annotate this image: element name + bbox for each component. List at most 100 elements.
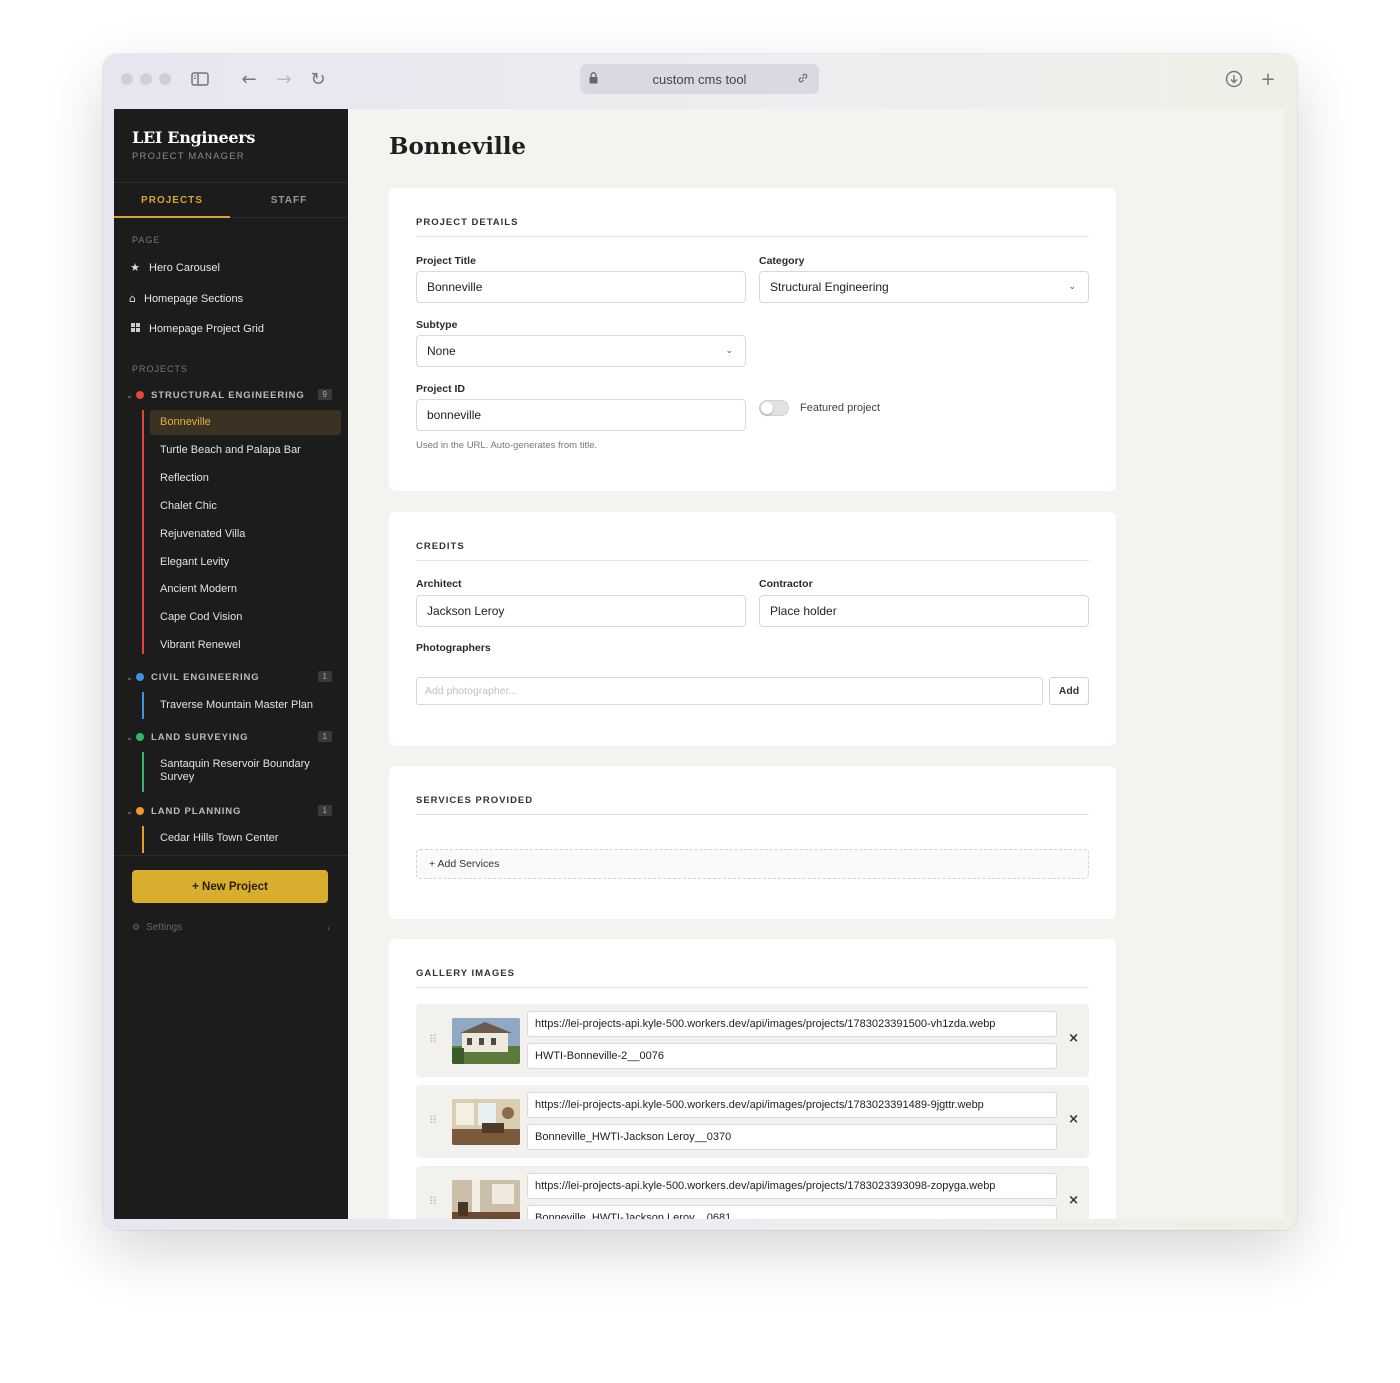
sidebar-toggle-icon[interactable] [188,67,212,91]
link-icon[interactable] [796,71,810,88]
featured-toggle[interactable] [759,400,789,416]
category-civil-engineering[interactable]: ⌄ CIVIL ENGINEERING 1 [126,669,332,685]
new-tab-icon[interactable]: + [1256,67,1280,91]
gallery-item: ⠿ https://lei-projects-api.kyle-500.work… [416,1004,1089,1077]
project-id-label: Project ID [416,383,466,395]
project-item-bonneville[interactable]: Bonneville [150,410,341,435]
image-url-input[interactable]: https://lei-projects-api.kyle-500.worker… [527,1011,1057,1037]
project-item[interactable]: Santaquin Reservoir Boundary Survey [150,752,320,790]
add-photographer-button[interactable]: Add [1049,677,1089,705]
category-color-dot [136,733,144,741]
gallery-thumbnail [452,1180,520,1219]
category-count-badge: 9 [317,389,332,400]
credits-card: CREDITS Architect Jackson Leroy Contract… [389,512,1116,746]
card-heading: GALLERY IMAGES [416,968,515,979]
gallery-item: ⠿ https://lei-projects-api.kyle-500.work… [416,1166,1089,1219]
close-icon[interactable]: × [1068,1031,1079,1046]
project-item[interactable]: Turtle Beach and Palapa Bar [150,438,341,463]
project-item[interactable]: Traverse Mountain Master Plan [150,693,341,718]
category-land-planning[interactable]: ⌄ LAND PLANNING 1 [126,803,332,819]
architect-input[interactable]: Jackson Leroy [416,595,746,627]
image-caption-input[interactable]: HWTI-Bonneville-2__0076 [527,1043,1057,1069]
category-count-badge: 1 [317,671,332,682]
chevron-down-icon: ⌄ [126,806,134,816]
download-icon[interactable] [1222,67,1246,91]
subtype-select[interactable]: None ⌄ [416,335,746,367]
sidebar-item-hero-carousel[interactable]: ★ Hero Carousel [129,261,220,274]
project-item[interactable]: Rejuvenated Villa [150,522,341,547]
close-window-button[interactable] [121,73,133,85]
category-count-badge: 1 [317,805,332,816]
close-icon[interactable]: × [1068,1112,1079,1127]
address-bar[interactable]: custom cms tool [580,64,819,94]
project-item[interactable]: Ancient Modern [150,577,341,602]
gallery-card: GALLERY IMAGES ⠿ https://lei-projects-ap… [389,939,1116,1219]
category-line [142,826,144,853]
zoom-window-button[interactable] [159,73,171,85]
chevron-down-icon: ⌄ [126,732,134,742]
browser-titlebar: ← → ↻ custom cms tool + [103,54,1297,108]
category-name: STRUCTURAL ENGINEERING [151,389,305,401]
category-color-dot [136,673,144,681]
reload-icon[interactable]: ↻ [306,67,330,91]
chevron-right-icon: › [327,922,330,933]
project-item[interactable]: Cedar Hills Town Center [150,826,341,851]
tab-projects[interactable]: PROJECTS [114,183,230,218]
gear-icon: ⚙ [132,922,141,933]
close-icon[interactable]: × [1068,1193,1079,1208]
sidebar-item-label: Homepage Sections [144,292,244,305]
sidebar-item-homepage-project-grid[interactable]: Homepage Project Grid [129,322,264,335]
back-arrow-icon[interactable]: ← [237,67,261,91]
photographers-label: Photographers [416,642,491,654]
image-caption-input[interactable]: Bonneville_HWTI-Jackson Leroy__0681 [527,1205,1057,1219]
add-photographer-input[interactable]: Add photographer... [416,677,1043,705]
sidebar: LEI Engineers PROJECT MANAGER PROJECTS S… [114,109,348,1219]
gallery-item: ⠿ https://lei-projects-api.kyle-500.work… [416,1085,1089,1158]
category-label: Category [759,255,805,267]
new-project-button[interactable]: + New Project [132,870,328,903]
sidebar-item-label: Homepage Project Grid [149,322,264,335]
drag-handle-icon[interactable]: ⠿ [429,1114,437,1127]
image-url-input[interactable]: https://lei-projects-api.kyle-500.worker… [527,1092,1057,1118]
image-caption-input[interactable]: Bonneville_HWTI-Jackson Leroy__0370 [527,1124,1057,1150]
project-item[interactable]: Cape Cod Vision [150,605,341,630]
sidebar-item-homepage-sections[interactable]: ⌂ Homepage Sections [129,292,243,305]
chevron-down-icon: ⌄ [1068,282,1076,292]
lock-icon [589,72,598,87]
card-heading: SERVICES PROVIDED [416,795,534,806]
forward-arrow-icon[interactable]: → [272,67,296,91]
contractor-input[interactable]: Place holder [759,595,1089,627]
image-url-input[interactable]: https://lei-projects-api.kyle-500.worker… [527,1173,1057,1199]
sidebar-divider [114,855,348,856]
project-item[interactable]: Chalet Chic [150,494,341,519]
chevron-down-icon: ⌄ [126,390,134,400]
subtype-label: Subtype [416,319,458,331]
project-item[interactable]: Vibrant Renewel [150,633,341,658]
sidebar-item-label: Hero Carousel [149,261,220,274]
minimize-window-button[interactable] [140,73,152,85]
brand-name: LEI Engineers [132,128,256,147]
card-divider [416,987,1089,988]
tab-staff[interactable]: STAFF [230,183,348,218]
category-select[interactable]: Structural Engineering ⌄ [759,271,1089,303]
card-divider [416,236,1089,237]
project-id-hint: Used in the URL. Auto-generates from tit… [416,440,598,451]
star-icon: ★ [130,261,140,274]
project-title-input[interactable]: Bonneville [416,271,746,303]
drag-handle-icon[interactable]: ⠿ [429,1033,437,1046]
category-structural-engineering[interactable]: ⌄ STRUCTURAL ENGINEERING 9 [126,387,332,403]
project-item[interactable]: Elegant Levity [150,550,341,575]
sidebar-tabs: PROJECTS STAFF [114,182,348,218]
category-land-surveying[interactable]: ⌄ LAND SURVEYING 1 [126,729,332,745]
brand-subtitle: PROJECT MANAGER [132,151,245,162]
settings-link[interactable]: ⚙ Settings › [132,922,330,933]
project-id-input[interactable]: bonneville [416,399,746,431]
toggle-knob [761,402,773,414]
project-item[interactable]: Reflection [150,466,341,491]
drag-handle-icon[interactable]: ⠿ [429,1195,437,1208]
featured-label: Featured project [800,402,881,414]
add-services-button[interactable]: + Add Services [416,849,1089,879]
page-title: Bonneville [389,133,527,160]
project-details-card: PROJECT DETAILS Project Title Bonneville… [389,188,1116,491]
chevron-down-icon: ⌄ [725,346,733,356]
